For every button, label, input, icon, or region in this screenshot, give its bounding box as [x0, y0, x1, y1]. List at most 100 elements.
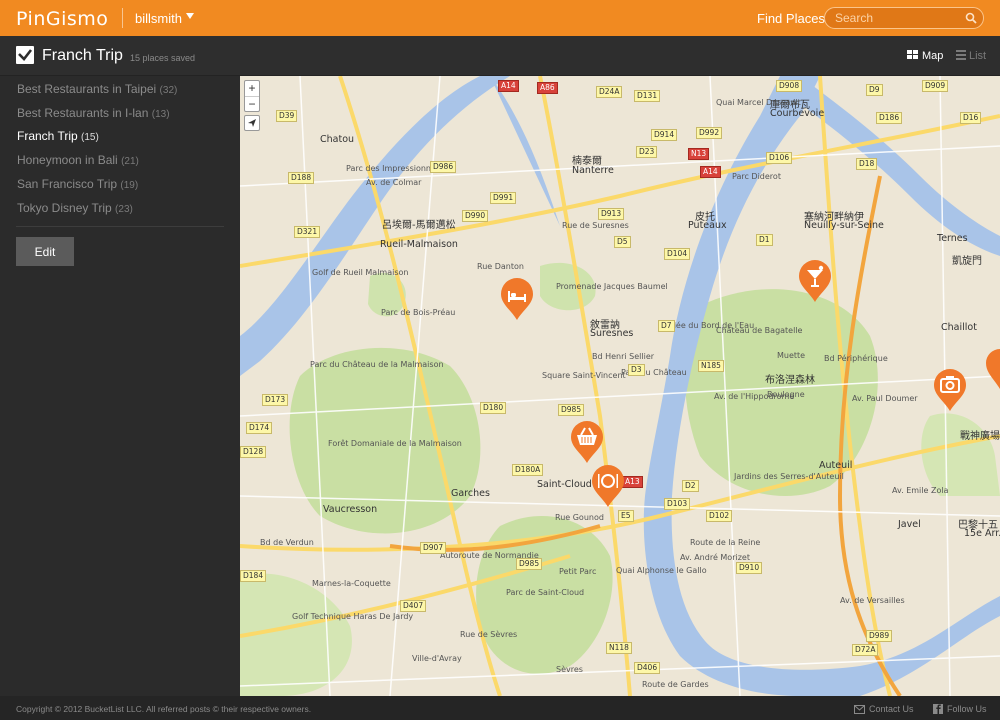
trip-count: (21) — [121, 156, 139, 167]
restaurant-pin[interactable] — [590, 464, 626, 508]
trip-name: Franch Trip — [17, 129, 78, 143]
trip-count: (23) — [115, 204, 133, 215]
map-street-label: Av. de l'Hippodrome — [714, 392, 795, 401]
map-place-label: Ternes — [937, 233, 968, 244]
map-pin-partial[interactable] — [984, 346, 1000, 390]
map-street-label: Petit Parc — [559, 567, 597, 576]
checkmark-icon — [16, 46, 34, 64]
route-tag: A14 — [700, 166, 721, 178]
map-street-label: Parc de Saint-Cloud — [506, 588, 585, 597]
route-tag: D104 — [664, 248, 691, 260]
saved-count: 15 places saved — [130, 53, 196, 63]
footer: Copyright © 2012 BucketList LLC. All ref… — [0, 696, 1000, 720]
bed-icon — [501, 278, 533, 320]
trip-item[interactable]: San Francisco Trip (19) — [17, 177, 138, 191]
caret-down-icon[interactable] — [186, 13, 194, 19]
trip-item[interactable]: Tokyo Disney Trip (23) — [17, 201, 133, 215]
route-tag: D103 — [664, 498, 691, 510]
map-street-label: Av. Emile Zola — [892, 486, 949, 495]
map-street-label: Av. Paul Doumer — [852, 394, 918, 403]
trip-item[interactable]: Best Restaurants in Taipei (32) — [17, 82, 177, 96]
map-street-label: Av. de Colmar — [366, 178, 422, 187]
map-street-label: Rue Gounod — [555, 513, 604, 522]
bar-pin[interactable] — [797, 259, 833, 303]
route-tag: D173 — [262, 394, 289, 406]
list-icon — [956, 50, 966, 60]
envelope-icon — [854, 705, 865, 714]
zoom-out-button[interactable]: − — [245, 97, 259, 112]
trip-name: Tokyo Disney Trip — [17, 201, 112, 215]
map-cjk-label: 巴黎十五 — [958, 520, 998, 531]
map-place-label: Rueil-Malmaison — [380, 239, 458, 250]
search-icon[interactable] — [965, 12, 977, 24]
map-street-label: Allée du Bord de l'Eau — [666, 321, 755, 330]
route-tag: D131 — [634, 90, 661, 102]
zoom-in-button[interactable]: + — [245, 81, 259, 96]
map-cjk-label: 敘雷訥 — [590, 320, 620, 331]
pin-icon — [986, 349, 1000, 389]
route-tag: D992 — [696, 127, 723, 139]
trip-item[interactable]: Best Restaurants in I-lan (13) — [17, 106, 170, 120]
trip-item-active[interactable]: Franch Trip (15) — [17, 129, 99, 143]
route-tag: D3 — [628, 364, 645, 376]
shopping-pin[interactable] — [569, 420, 605, 464]
route-tag: D174 — [246, 422, 273, 434]
route-tag: D990 — [462, 210, 489, 222]
search-input[interactable] — [835, 11, 960, 25]
map-street-label: Bd de Verdun — [260, 538, 314, 547]
map-street-label: Jardins des Serres-d'Auteuil — [734, 472, 844, 481]
camera-pin[interactable] — [932, 368, 968, 412]
route-tag: D407 — [400, 600, 427, 612]
camera-icon — [934, 369, 966, 411]
map-view[interactable]: Chatou Nanterre Suresnes Puteaux Courbev… — [240, 76, 1000, 696]
map-street-label: Golf de Rueil Malmaison — [312, 268, 409, 277]
trip-sidebar: Best Restaurants in Taipei (32) Best Res… — [0, 76, 240, 696]
route-tag: D909 — [922, 80, 949, 92]
map-view-label: Map — [922, 50, 944, 62]
route-tag: D180A — [512, 464, 544, 476]
follow-us-label: Follow Us — [947, 704, 987, 714]
route-tag: D908 — [776, 80, 803, 92]
trip-name: Best Restaurants in I-lan — [17, 106, 149, 120]
route-tag: D910 — [736, 562, 763, 574]
trip-item[interactable]: Honeymoon in Bali (21) — [17, 153, 139, 167]
map-street-label: Parc du Château de la Malmaison — [310, 360, 444, 369]
map-place-label: Muette — [777, 351, 806, 360]
map-place-label: Vaucresson — [323, 504, 378, 515]
map-cjk-label: 凱旋門 — [952, 256, 982, 267]
route-tag: D18 — [856, 158, 878, 170]
cocktail-icon — [799, 260, 831, 302]
map-cjk-label: 布洛涅森林 — [765, 375, 815, 386]
map-place-label: Sèvres — [556, 665, 583, 674]
map-street-label: Route de la Reine — [690, 538, 761, 547]
arrow-icon — [248, 119, 256, 127]
contact-us-label: Contact Us — [869, 704, 914, 714]
map-street-label: Route de Gardes — [642, 680, 709, 689]
find-places-label: Find Places — [757, 11, 825, 26]
hotel-pin[interactable] — [499, 277, 535, 321]
map-place-label: Auteuil — [819, 460, 853, 471]
user-menu[interactable]: billsmith — [135, 11, 182, 26]
route-tag: D180 — [480, 402, 507, 414]
route-tag: D321 — [294, 226, 321, 238]
trip-name: Best Restaurants in Taipei — [17, 82, 157, 96]
plate-icon — [592, 465, 624, 507]
edit-button[interactable]: Edit — [16, 237, 74, 266]
route-tag: D9 — [866, 84, 883, 96]
trip-count: (32) — [159, 85, 178, 96]
route-tag: N118 — [606, 642, 632, 654]
copyright-text: Copyright © 2012 BucketList LLC. All ref… — [16, 704, 312, 714]
app-logo[interactable]: PinGismo — [16, 8, 108, 30]
route-tag: D914 — [651, 129, 678, 141]
map-place-label: Javel — [898, 519, 921, 530]
map-street-label: Forêt Domaniale de la Malmaison — [328, 439, 462, 448]
route-tag: D907 — [420, 542, 447, 554]
map-street-label: Quai Alphonse le Gallo — [616, 566, 707, 575]
route-tag: D2 — [682, 480, 699, 492]
locate-button[interactable] — [244, 115, 260, 131]
divider — [122, 8, 123, 28]
search-box[interactable] — [824, 7, 984, 29]
route-tag: D986 — [430, 161, 457, 173]
map-place-label: Chatou — [320, 134, 355, 145]
route-tag: D985 — [558, 404, 585, 416]
